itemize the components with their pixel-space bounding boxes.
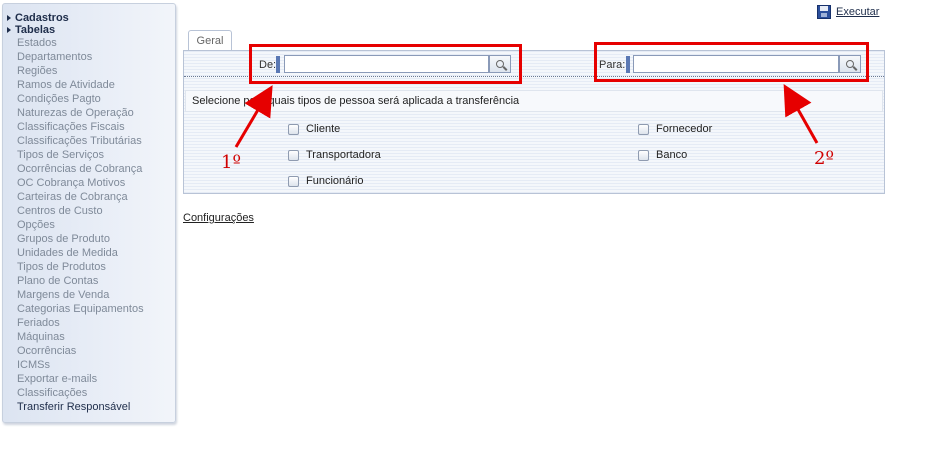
expand-triangle-icon	[7, 15, 11, 21]
execute-label: Executar	[836, 6, 880, 18]
sidebar-item[interactable]: Plano de Contas	[17, 274, 175, 288]
sidebar-item[interactable]: Exportar e-mails	[17, 372, 175, 386]
annotation-box-from	[249, 44, 522, 84]
sidebar-item[interactable]: Centros de Custo	[17, 204, 175, 218]
sidebar-item[interactable]: Feriados	[17, 316, 175, 330]
checkbox-label: Fornecedor	[656, 123, 713, 135]
sidebar-item[interactable]: ICMSs	[17, 358, 175, 372]
sidebar-item[interactable]: Ramos de Atividade	[17, 78, 175, 92]
sidebar-item[interactable]: Carteiras de Cobrança	[17, 190, 175, 204]
checkbox-label: Banco	[656, 149, 688, 161]
checkbox-banco[interactable]: Banco	[638, 149, 687, 161]
sidebar: Cadastros Tabelas Estados Departamentos …	[2, 3, 176, 423]
checkbox-fornecedor[interactable]: Fornecedor	[638, 123, 712, 135]
sidebar-item[interactable]: Tipos de Produtos	[17, 260, 175, 274]
sidebar-item[interactable]: Regiões	[17, 64, 175, 78]
checkbox-box[interactable]	[288, 175, 299, 187]
checkbox-box[interactable]	[638, 149, 649, 161]
sidebar-item[interactable]: Ocorrências	[17, 344, 175, 358]
sidebar-item[interactable]: Opções	[17, 218, 175, 232]
sidebar-item[interactable]: Ocorrências de Cobrança	[17, 162, 175, 176]
sidebar-item[interactable]: Classificações	[17, 386, 175, 400]
config-link[interactable]: Configurações	[183, 212, 254, 224]
sidebar-section-cadastros[interactable]: Cadastros	[7, 12, 175, 24]
checkbox-funcionario[interactable]: Funcionário	[288, 175, 363, 187]
sidebar-item[interactable]: Naturezas de Operação	[17, 106, 175, 120]
checkbox-label: Funcionário	[306, 175, 364, 187]
annotation-label-2: 2º	[814, 148, 834, 169]
tab-geral[interactable]: Geral	[188, 30, 232, 52]
sidebar-item[interactable]: Máquinas	[17, 330, 175, 344]
checkbox-transportadora[interactable]: Transportadora	[288, 149, 381, 161]
sidebar-item[interactable]: Unidades de Medida	[17, 246, 175, 260]
expand-triangle-icon	[7, 27, 11, 33]
checkbox-label: Cliente	[306, 123, 341, 135]
sidebar-item-transferir-responsavel[interactable]: Transferir Responsável	[17, 400, 175, 414]
save-disk-icon	[817, 5, 831, 19]
sidebar-item[interactable]: Categorias Equipamentos	[17, 302, 175, 316]
annotation-label-1: 1º	[221, 152, 241, 173]
execute-button[interactable]: Executar	[817, 5, 879, 19]
info-text: Selecione para quais tipos de pessoa ser…	[185, 90, 883, 112]
sidebar-item[interactable]: Departamentos	[17, 50, 175, 64]
checkbox-box[interactable]	[288, 123, 299, 135]
checkbox-box[interactable]	[638, 123, 649, 135]
sidebar-section-tabelas[interactable]: Tabelas	[7, 24, 175, 36]
sidebar-item[interactable]: Margens de Venda	[17, 288, 175, 302]
sidebar-item[interactable]: Condições Pagto	[17, 92, 175, 106]
sidebar-item[interactable]: Grupos de Produto	[17, 232, 175, 246]
sidebar-section-label: Cadastros	[15, 12, 69, 24]
sidebar-item[interactable]: OC Cobrança Motivos	[17, 176, 175, 190]
annotation-box-to	[594, 42, 869, 82]
sidebar-item[interactable]: Tipos de Serviços	[17, 148, 175, 162]
sidebar-item[interactable]: Classificações Tributárias	[17, 134, 175, 148]
sidebar-item[interactable]: Classificações Fiscais	[17, 120, 175, 134]
sidebar-items: Estados Departamentos Regiões Ramos de A…	[7, 36, 175, 414]
checkbox-cliente[interactable]: Cliente	[288, 123, 340, 135]
sidebar-section-label: Tabelas	[15, 24, 56, 36]
checkbox-label: Transportadora	[306, 149, 381, 161]
checkbox-box[interactable]	[288, 149, 299, 161]
sidebar-item[interactable]: Estados	[17, 36, 175, 50]
